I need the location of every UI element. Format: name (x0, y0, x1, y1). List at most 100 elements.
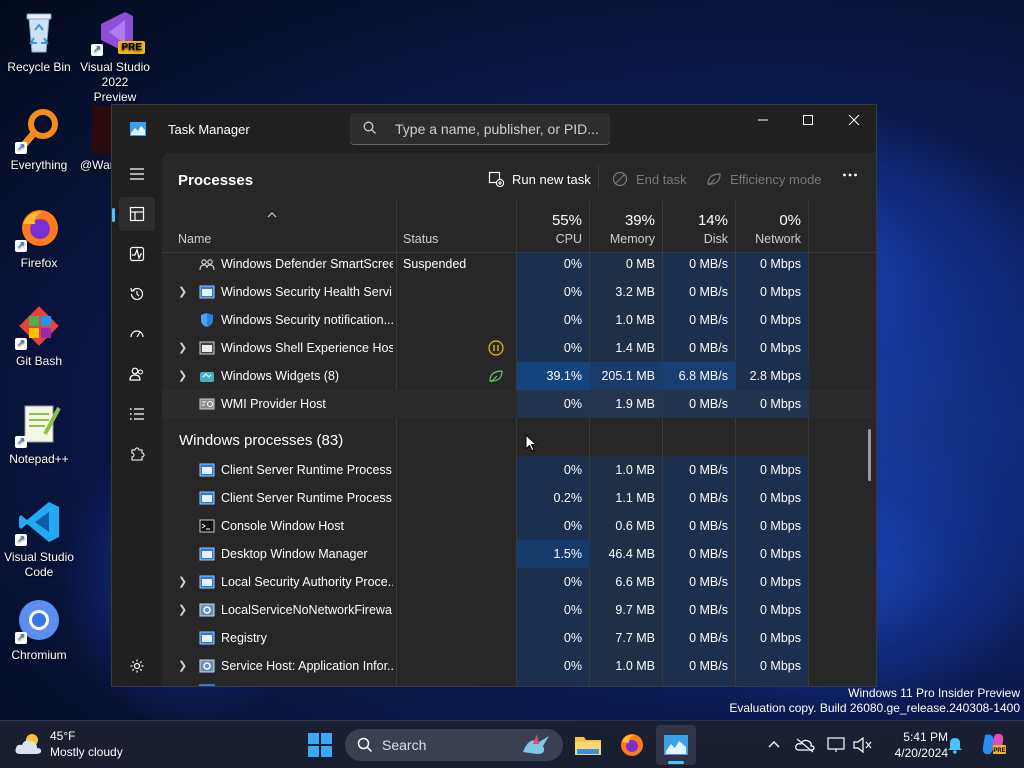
close-icon (848, 114, 860, 126)
desktop-icon-label: Visual Studio Code (4, 550, 74, 579)
table-row[interactable]: ❯ Windows Shell Experience Hos... 0% 1.4… (162, 334, 876, 362)
desktop-icon-visual-studio-code[interactable]: ↗ Visual Studio Code (4, 498, 74, 580)
table-row[interactable]: ❯ Service Host: Application Infor... 0% … (162, 652, 876, 680)
desktop-icon-git-bash[interactable]: ↗ Git Bash (4, 302, 74, 369)
column-cpu[interactable]: 55% CPU (517, 201, 590, 253)
search-box[interactable] (350, 113, 610, 145)
desktop-icon-recycle-bin[interactable]: Recycle Bin (4, 8, 74, 75)
services-puzzle-icon (131, 447, 145, 461)
end-task-button[interactable]: End task (612, 171, 687, 187)
copilot-button[interactable]: PRE (980, 731, 1006, 757)
network-cell: 0 Mbps (760, 463, 801, 477)
table-row[interactable]: ❯ Local Security Authority Proce... 0% 6… (162, 568, 876, 596)
nav-app-history[interactable] (119, 277, 155, 311)
disk-cell: 0 MB/s (689, 491, 728, 505)
column-network[interactable]: 0% Network (736, 201, 809, 253)
table-row[interactable]: ❯ Windows Security Health Servi... 0% 3.… (162, 278, 876, 306)
nav-processes[interactable] (112, 197, 155, 231)
nav-details[interactable] (119, 397, 155, 431)
command-bar: Processes Run new task End task Efficien… (162, 153, 876, 201)
network-cell: 0 Mbps (760, 257, 801, 271)
table-row[interactable]: Client Server Runtime Process 0% 1.0 MB … (162, 456, 876, 484)
nav-users[interactable] (119, 357, 155, 391)
shield-icon (199, 312, 215, 328)
cpu-cell: 0% (563, 659, 582, 673)
memory-cell: 6.6 MB (615, 575, 655, 589)
disk-cell: 0 MB/s (689, 659, 728, 673)
show-hidden-icons-button[interactable] (764, 735, 784, 755)
column-name[interactable]: Name (162, 201, 397, 253)
taskbar-file-explorer[interactable] (568, 725, 608, 765)
nav-services[interactable] (119, 437, 155, 471)
onedrive-tray-icon[interactable] (795, 735, 815, 755)
memory-cell: 205.1 MB (590, 362, 663, 390)
chevron-right-icon[interactable]: ❯ (178, 285, 190, 299)
close-button[interactable] (831, 105, 876, 137)
desktop-icon-notepad-plus-plus[interactable]: ↗ Notepad++ (4, 400, 74, 467)
settings-gear-icon (130, 659, 144, 673)
column-disk[interactable]: 14% Disk (663, 201, 736, 253)
table-row[interactable]: ❯ Windows Widgets (8) 39.1% 205.1 MB 6.8… (162, 362, 876, 390)
desktop-icon-firefox[interactable]: ↗ Firefox (4, 204, 74, 271)
column-memory[interactable]: 39% Memory (590, 201, 663, 253)
search-highlight-icon (519, 732, 553, 763)
column-divider (516, 418, 517, 456)
desktop-icon-label: Everything (10, 158, 68, 172)
cpu-cell: 0% (563, 575, 582, 589)
table-row[interactable]: Windows Security notification... 0% 1.0 … (162, 306, 876, 334)
chevron-right-icon[interactable]: ❯ (178, 603, 190, 617)
cpu-cell: 0% (563, 463, 582, 477)
column-status[interactable]: Status (387, 201, 517, 253)
disk-cell: 0 MB/s (689, 313, 728, 327)
scrollbar-thumb[interactable] (868, 429, 871, 481)
chevron-right-icon[interactable]: ❯ (178, 659, 190, 673)
process-name: WMI Provider Host (221, 397, 326, 411)
table-row[interactable]: Console Window Host 0% 0.6 MB 0 MB/s 0 M… (162, 512, 876, 540)
efficiency-leaf-icon (707, 173, 721, 186)
table-row[interactable]: Windows Defender SmartScreen Suspended 0… (162, 253, 876, 278)
nav-settings[interactable] (119, 649, 155, 683)
run-new-task-button[interactable]: Run new task (488, 171, 591, 187)
taskbar-search[interactable]: Search (345, 729, 563, 761)
network-cell: 2.8 Mbps (736, 362, 809, 390)
title-bar[interactable]: Task Manager (112, 105, 876, 153)
process-name: Registry (221, 631, 267, 645)
search-input[interactable] (395, 119, 600, 139)
process-name: LocalServiceNoNetworkFirewa... (221, 603, 393, 617)
firefox-icon (621, 734, 643, 756)
chevron-right-icon[interactable]: ❯ (178, 341, 190, 355)
table-row[interactable]: Desktop Window Manager 1.5% 46.4 MB 0 MB… (162, 540, 876, 568)
table-row[interactable]: Registry 0% 7.7 MB 0 MB/s 0 Mbps (162, 624, 876, 652)
table-row[interactable]: ❯ LocalServiceNoNetworkFirewa... 0% 9.7 … (162, 596, 876, 624)
start-button[interactable] (300, 725, 340, 765)
watermark-line: Evaluation copy. Build 26080.ge_release.… (729, 701, 1020, 715)
desktop-icon-war[interactable]: @War (74, 106, 114, 173)
desktop-icon-visual-studio-2022-preview[interactable]: PRE ↗ Visual Studio 2022 Preview (80, 8, 150, 105)
table-row[interactable]: WMI Provider Host 0% 1.9 MB 0 MB/s 0 Mbp… (162, 390, 876, 418)
nav-startup-apps[interactable] (119, 317, 155, 351)
nav-performance[interactable] (119, 237, 155, 271)
efficiency-mode-button[interactable]: Efficiency mode (706, 171, 822, 187)
chevron-right-icon[interactable]: ❯ (178, 575, 190, 589)
clock[interactable]: 5:41 PM 4/20/2024 (880, 729, 948, 761)
memory-cell: 1.0 MB (615, 313, 655, 327)
people-icon (199, 256, 215, 272)
display-tray-icon[interactable] (827, 735, 847, 755)
table-row[interactable]: Client Server Runtime Process 0.2% 1.1 M… (162, 484, 876, 512)
hamburger-menu-button[interactable] (119, 157, 155, 191)
desktop-icon-chromium[interactable]: ↗ Chromium (4, 596, 74, 663)
group-header-row[interactable]: Windows processes (83) (162, 418, 876, 456)
taskbar-task-manager[interactable] (656, 725, 696, 765)
notifications-button[interactable] (947, 735, 967, 755)
maximize-button[interactable] (785, 105, 831, 137)
taskbar-firefox[interactable] (612, 725, 652, 765)
more-options-button[interactable] (842, 167, 858, 183)
chevron-right-icon[interactable]: ❯ (178, 369, 190, 383)
process-name: Windows Security Health Servi... (221, 285, 393, 299)
window-app-icon (199, 490, 215, 506)
network-cell: 0 Mbps (760, 603, 801, 617)
network-cell: 0 Mbps (760, 547, 801, 561)
minimize-button[interactable] (740, 105, 786, 137)
desktop-icon-everything[interactable]: ↗ Everything (4, 106, 74, 173)
volume-network-tray[interactable] (853, 735, 873, 755)
